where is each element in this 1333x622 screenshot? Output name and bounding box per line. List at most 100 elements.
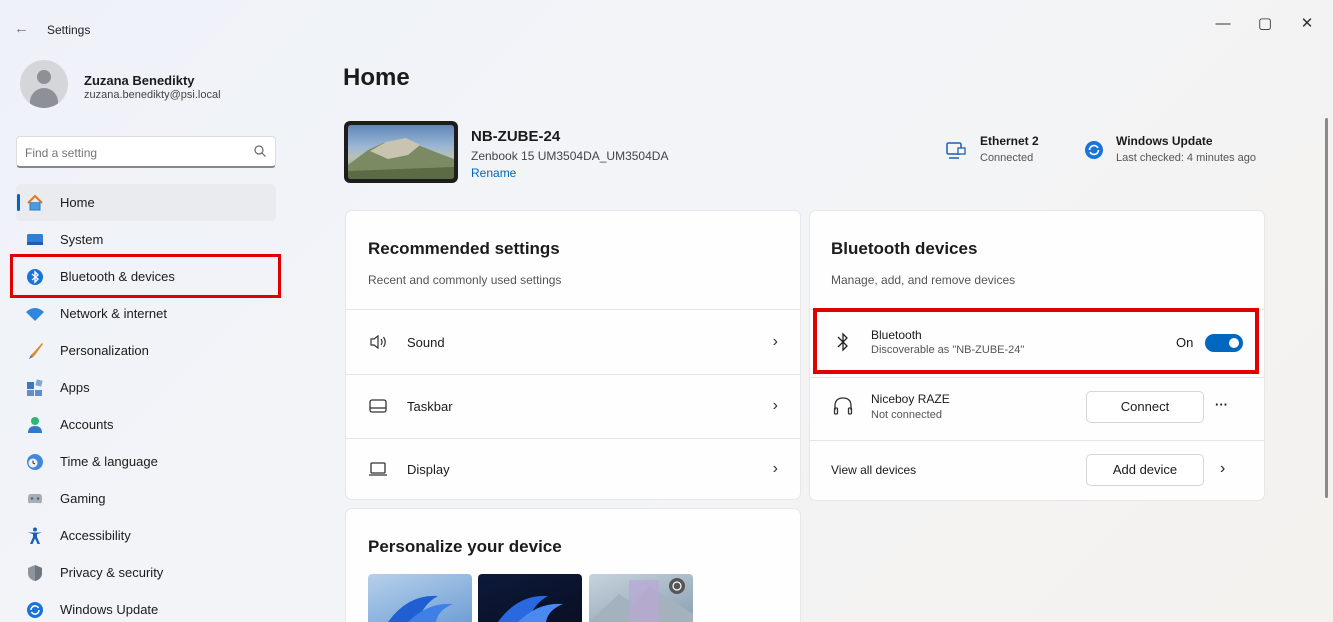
wallpaper-image [348,138,454,179]
back-button[interactable]: ← [14,20,29,37]
sidebar-item-personalization[interactable]: Personalization [10,332,280,369]
update-sub: Last checked: 4 minutes ago [1116,152,1257,164]
brush-icon [29,342,43,359]
row-label: Display [407,461,450,477]
recommended-row-sound[interactable]: Sound › [346,312,800,372]
shield-icon [28,564,42,581]
sidebar-item-label: System [60,232,104,247]
divider [346,374,800,375]
divider [810,377,1264,378]
row-label: Taskbar [407,398,453,414]
chevron-right-icon: › [772,397,778,414]
sidebar-item-label: Apps [60,380,90,395]
app-title: Settings [47,23,91,37]
update-title: Windows Update [1116,134,1213,148]
sidebar-item-home[interactable]: Home [16,184,276,221]
update-icon [27,601,43,618]
card-subtitle: Recent and commonly used settings [368,273,562,287]
sidebar-item-label: Bluetooth & devices [60,269,175,284]
sidebar-item-label: Windows Update [60,602,159,617]
theme-thumbnail-light[interactable] [368,574,472,622]
accessibility-icon [28,527,42,544]
sidebar-item-time-language[interactable]: Time & language [10,443,280,480]
theme-thumbnail-dark[interactable] [478,574,582,622]
sidebar-item-accessibility[interactable]: Accessibility [10,517,280,554]
chevron-right-icon[interactable]: › [1220,460,1225,478]
sidebar-item-label: Time & language [60,454,158,469]
row-label: Sound [407,334,445,350]
divider [810,440,1264,441]
wifi-icon [26,307,44,321]
device-thumbnail [344,121,458,183]
more-options-icon[interactable]: ··· [1215,397,1228,412]
card-title: Recommended settings [368,239,560,258]
sidebar-item-privacy-security[interactable]: Privacy & security [10,554,280,591]
device-status: Not connected [871,409,942,421]
sidebar-item-apps[interactable]: Apps [10,369,280,406]
search-input[interactable] [25,143,245,163]
avatar [20,60,68,108]
headphones-icon [833,397,853,415]
bluetooth-state-label: On [1176,335,1194,350]
taskbar-icon [369,399,387,413]
sidebar-item-gaming[interactable]: Gaming [10,480,280,517]
bluetooth-symbol-icon [837,332,848,352]
theme-thumbnail-photo[interactable] [589,574,693,622]
device-name: Niceboy RAZE [871,392,950,406]
card-title: Bluetooth devices [831,239,978,258]
recommended-settings-card: Recommended settings Recent and commonly… [345,210,801,500]
add-device-button[interactable]: Add device [1086,454,1204,486]
sidebar-item-label: Accessibility [60,528,131,543]
page-title: Home [343,64,410,91]
device-model: Zenbook 15 UM3504DA_UM3504DA [471,149,669,163]
view-all-devices-link[interactable]: View all devices [831,463,916,477]
card-subtitle: Manage, add, and remove devices [831,273,1016,287]
sidebar-item-label: Accounts [60,417,114,432]
gamepad-icon [28,493,42,503]
windows-update-icon[interactable] [1083,139,1105,161]
chevron-right-icon: › [772,460,778,477]
chevron-right-icon: › [772,333,778,350]
scrollbar[interactable] [1325,118,1328,498]
recommended-row-taskbar[interactable]: Taskbar › [346,376,800,436]
sidebar-item-label: Home [60,195,95,210]
ethernet-title: Ethernet 2 [980,134,1039,148]
display-icon [369,462,387,476]
sidebar-item-network[interactable]: Network & internet [10,295,280,332]
maximize-button[interactable]: ▢ [1250,12,1280,36]
divider [346,309,800,310]
bluetooth-icon [27,268,43,285]
device-name: NB-ZUBE-24 [471,128,561,145]
selection-indicator [17,194,20,211]
account-icon [28,416,42,433]
sidebar-item-label: Privacy & security [60,565,164,580]
bluetooth-devices-card: Bluetooth devices Manage, add, and remov… [809,210,1265,501]
divider [810,309,1264,310]
profile-name: Zuzana Benedikty [84,73,195,88]
ethernet-icon[interactable] [945,140,967,162]
speaker-icon [370,334,386,350]
sidebar-item-accounts[interactable]: Accounts [10,406,280,443]
connect-button[interactable]: Connect [1086,391,1204,423]
ethernet-status[interactable]: Ethernet 2 Connected [980,134,1039,164]
sidebar-item-label: Network & internet [60,306,167,321]
apps-icon [27,378,43,396]
search-box[interactable] [16,136,276,168]
bluetooth-label: Bluetooth [871,328,922,342]
sidebar-item-bluetooth-devices[interactable]: Bluetooth & devices [10,258,280,295]
recommended-row-display[interactable]: Display › [346,439,800,499]
sidebar-item-system[interactable]: System [10,221,280,258]
home-icon [27,194,43,210]
windows-update-status[interactable]: Windows Update Last checked: 4 minutes a… [1116,134,1256,164]
sidebar-item-label: Personalization [60,343,149,358]
close-button[interactable]: ✕ [1292,12,1322,36]
system-icon [27,233,43,245]
profile-email: zuzana.benedikty@psi.local [84,89,221,101]
card-title: Personalize your device [368,537,562,556]
rename-link[interactable]: Rename [471,166,516,180]
minimize-button[interactable]: — [1208,12,1238,36]
search-icon [254,145,266,157]
bluetooth-toggle[interactable] [1205,334,1243,352]
sidebar-item-windows-update[interactable]: Windows Update [10,591,280,622]
title-bar: ← Settings — ▢ ✕ [0,0,1333,58]
